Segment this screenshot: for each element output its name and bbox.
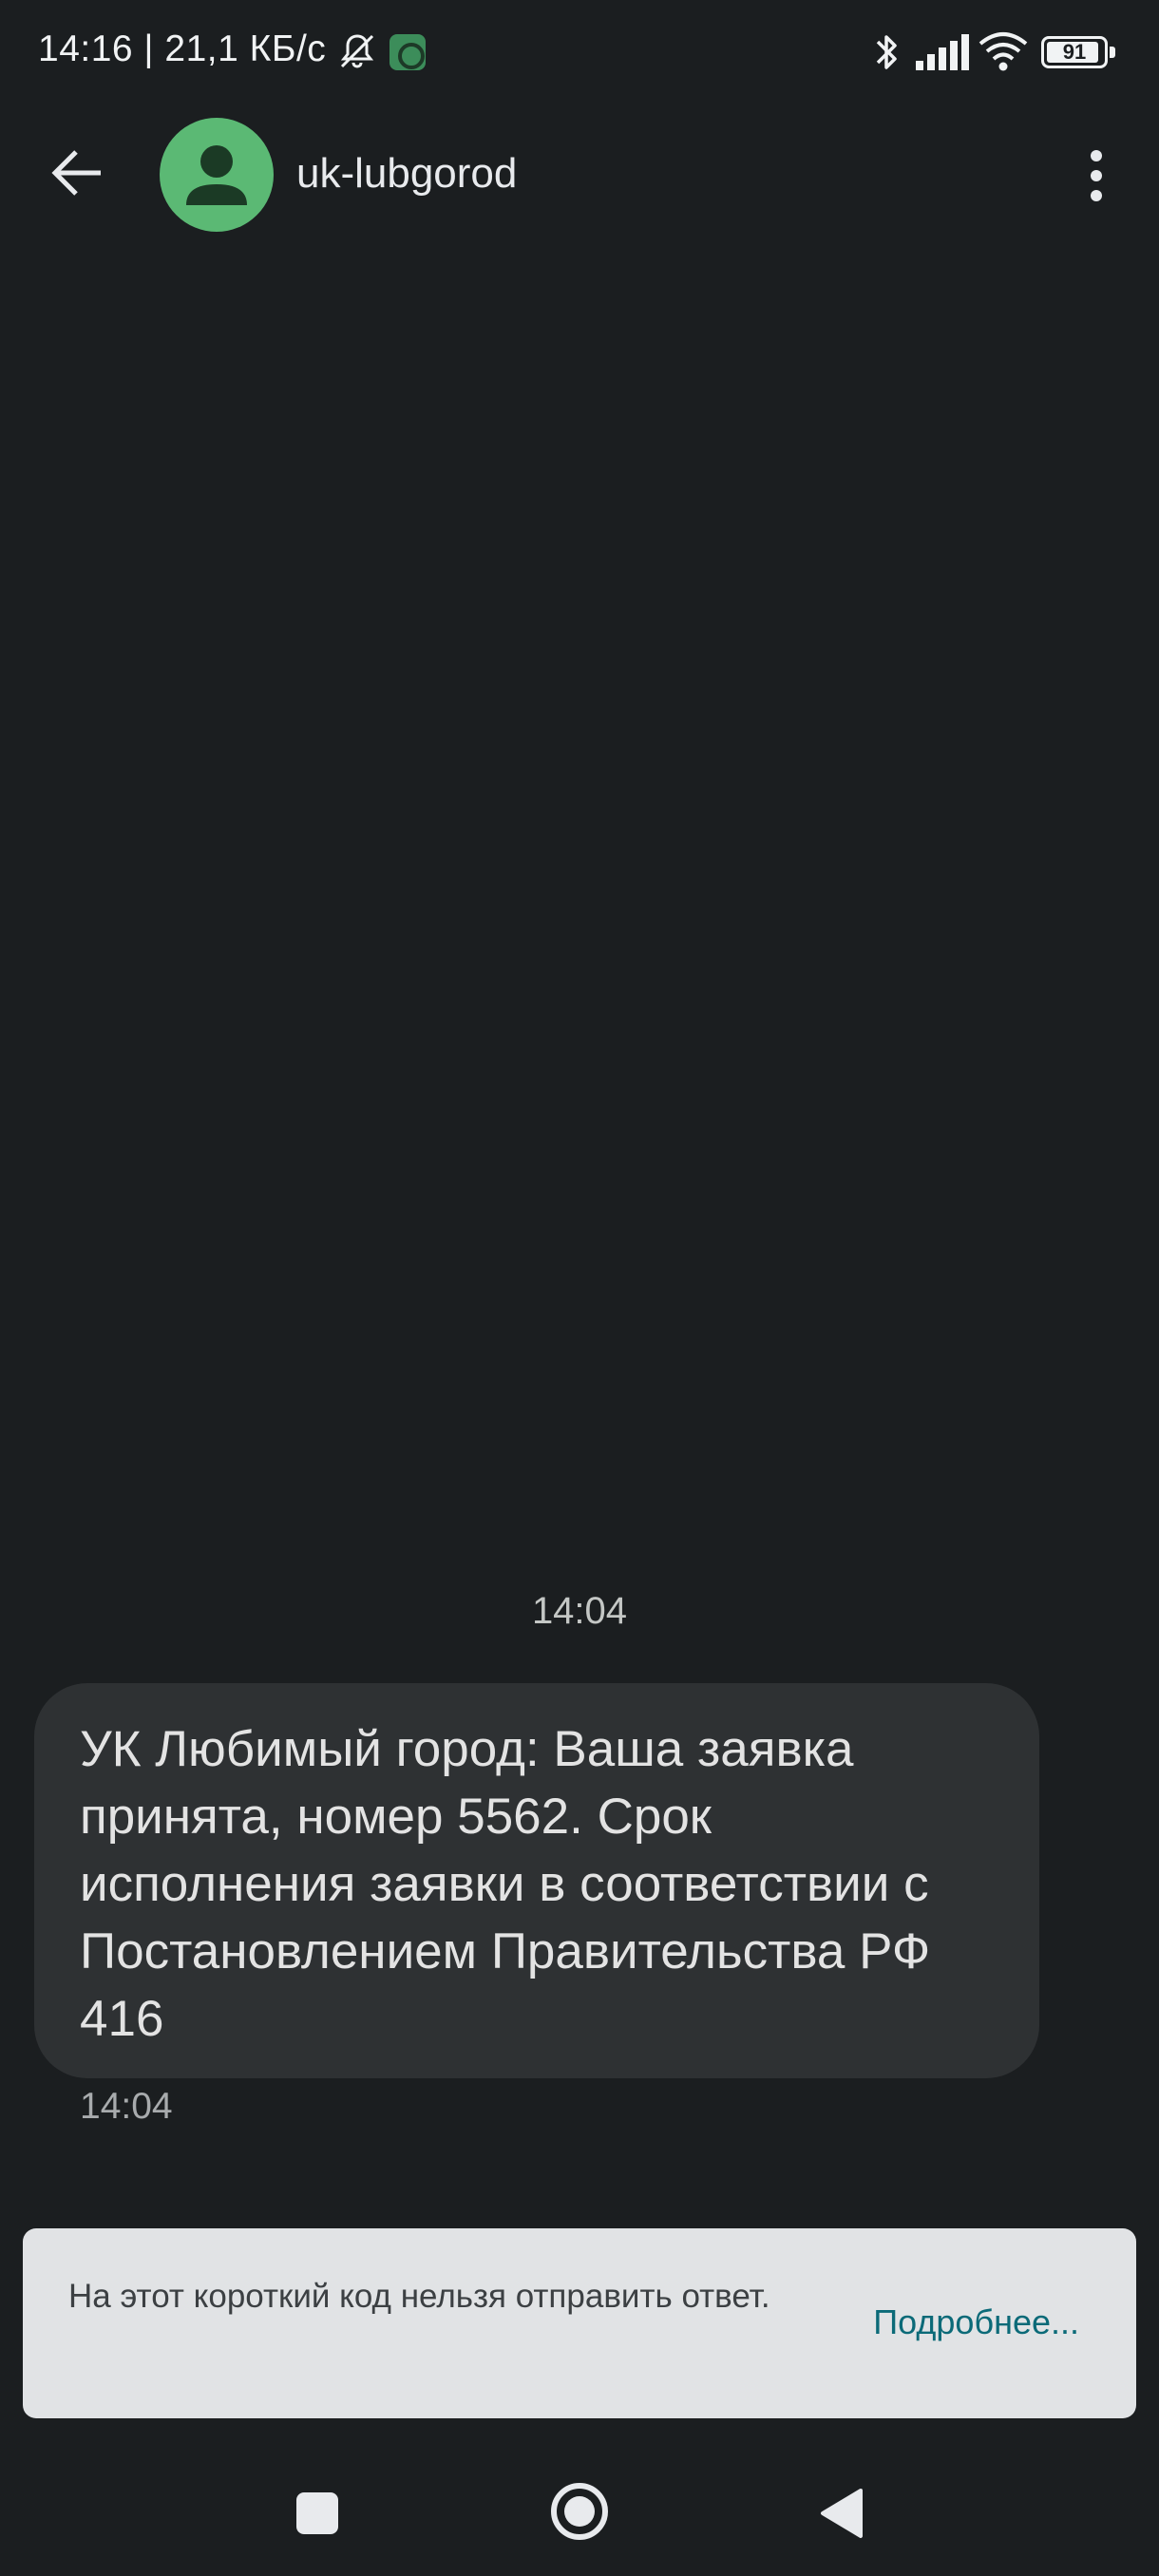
avatar[interactable] [160, 118, 274, 232]
info-banner: На этот короткий код нельзя отправить от… [23, 2228, 1136, 2418]
person-icon [186, 145, 247, 205]
more-vert-icon[interactable] [1074, 142, 1119, 209]
battery-icon: 91 [1041, 36, 1108, 68]
app-bar: uk-lubgorod [0, 104, 1159, 247]
status-bar: 14:16 | 21,1 КБ/с 91 [0, 0, 1159, 104]
navigation-bar [0, 2451, 1159, 2576]
contact-name[interactable]: uk-lubgorod [296, 150, 517, 198]
learn-more-link[interactable]: Подробнее... [873, 2302, 1079, 2342]
recents-icon[interactable] [296, 2492, 338, 2534]
message-time: 14:04 [80, 2086, 173, 2127]
messages-screen: 14:16 | 21,1 КБ/с 91 uk-lubgorod 14:04 У… [0, 0, 1159, 2576]
back-icon[interactable] [817, 2487, 864, 2540]
back-arrow-icon[interactable] [42, 135, 118, 211]
wifi-icon [978, 32, 1028, 71]
message-bubble[interactable]: УК Любимый город: Ваша заявка принята, н… [34, 1683, 1039, 2078]
status-time-speed: 14:16 | 21,1 КБ/с [38, 28, 327, 69]
bluetooth-icon [876, 35, 897, 69]
home-icon[interactable] [551, 2483, 608, 2540]
info-banner-text: На этот короткий код нельзя отправить от… [68, 2278, 770, 2315]
app-notification-icon [390, 34, 426, 70]
signal-icon [916, 34, 969, 70]
bell-muted-icon [340, 34, 374, 68]
battery-level: 91 [1062, 40, 1087, 64]
date-header: 14:04 [531, 1590, 628, 1632]
message-text: УК Любимый город: Ваша заявка принята, н… [80, 1721, 931, 2047]
